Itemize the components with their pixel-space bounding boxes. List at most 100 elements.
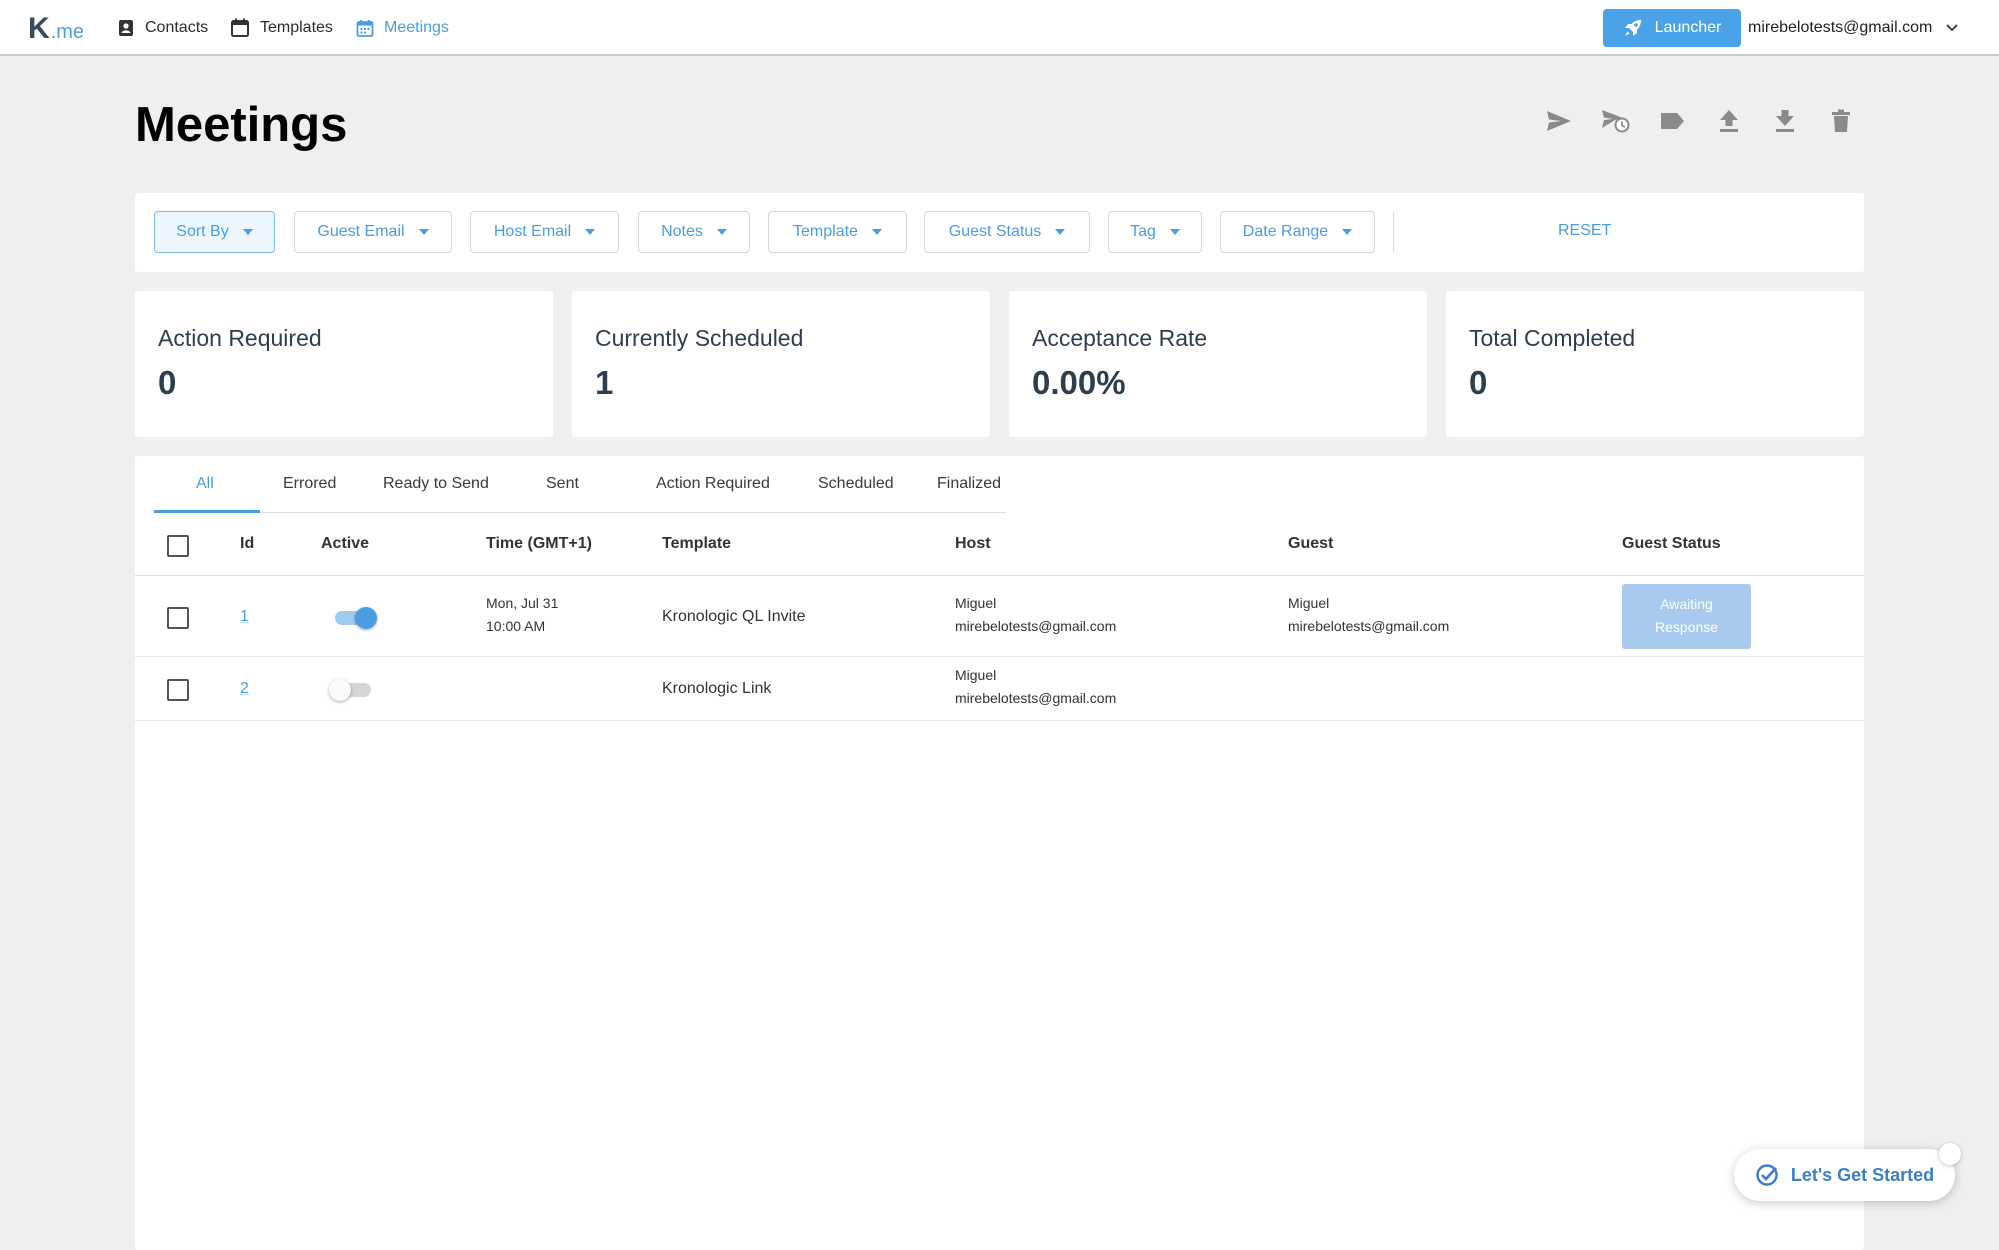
launcher-button[interactable]: Launcher [1603, 9, 1741, 47]
delete-icon[interactable] [1826, 107, 1856, 135]
stat-label: Total Completed [1469, 325, 1636, 351]
nav-meetings-label: Meetings [384, 19, 449, 36]
lets-get-started-button[interactable]: Let's Get Started [1734, 1143, 1961, 1201]
date-range-filter-label: Date Range [1242, 223, 1329, 240]
lets-get-started-label: Let's Get Started [1790, 1164, 1935, 1185]
guest-email-filter-label: Guest Email [317, 223, 405, 240]
nav-templates[interactable]: Templates [230, 17, 333, 39]
status-badge[interactable]: Awaiting Response [1622, 584, 1751, 649]
host-name: Miguel [955, 667, 997, 683]
tag-filter-label: Tag [1130, 223, 1156, 240]
nav-contacts[interactable]: Contacts [117, 17, 208, 39]
tab-action-required[interactable]: Action Required [656, 475, 770, 493]
schedule-send-icon[interactable] [1601, 107, 1631, 135]
status-tabs: All Errored Ready to Send Sent Action Re… [154, 456, 1006, 513]
logo-me: .me [50, 21, 85, 43]
column-header-guest[interactable]: Guest [1288, 535, 1333, 553]
chevron-down-icon [1946, 24, 1958, 32]
top-nav-bar: K .me Contacts Templates Meetings Launch… [0, 0, 1999, 56]
tab-all[interactable]: All [196, 475, 214, 493]
tab-sent[interactable]: Sent [546, 475, 579, 493]
stat-value: 1 [595, 364, 614, 401]
reset-button[interactable]: RESET [1558, 222, 1611, 240]
column-header-time[interactable]: Time (GMT+1) [486, 535, 592, 553]
app-logo[interactable]: K .me [28, 12, 85, 45]
stat-action-required: Action Required 0 [135, 291, 553, 437]
active-toggle[interactable] [333, 604, 379, 632]
host-email-filter[interactable]: Host Email [470, 211, 619, 253]
tag-filter[interactable]: Tag [1108, 211, 1202, 253]
guest-email-filter[interactable]: Guest Email [294, 211, 452, 253]
account-email: mirebelotests@gmail.com [1748, 19, 1933, 36]
filter-divider [1393, 212, 1394, 252]
tab-errored[interactable]: Errored [283, 475, 336, 493]
toggle-thumb [329, 679, 351, 701]
template-filter[interactable]: Template [768, 211, 907, 253]
column-header-guest-status[interactable]: Guest Status [1622, 535, 1721, 553]
caret-down-icon [1055, 229, 1066, 235]
guest-name: Miguel [1288, 595, 1330, 611]
toggle-thumb [355, 607, 377, 629]
meeting-id-link[interactable]: 2 [240, 680, 249, 698]
column-header-template[interactable]: Template [662, 535, 731, 553]
template-name: Kronologic QL Invite [662, 608, 806, 625]
meetings-table-card: All Errored Ready to Send Sent Action Re… [135, 456, 1864, 1250]
caret-down-icon [1169, 229, 1180, 235]
host-email: mirebelotests@gmail.com [955, 690, 1117, 706]
caret-down-icon [1342, 229, 1353, 235]
caret-down-icon [585, 229, 596, 235]
caret-down-icon [716, 229, 727, 235]
nav-meetings[interactable]: Meetings [356, 17, 449, 39]
sort-by-dropdown[interactable]: Sort By [154, 211, 275, 253]
help-close-dot[interactable] [1939, 1143, 1961, 1165]
template-name: Kronologic Link [662, 680, 772, 697]
guest-status-filter[interactable]: Guest Status [924, 211, 1090, 253]
active-tab-indicator [154, 510, 260, 513]
rocket-icon [1623, 18, 1643, 38]
stat-label: Action Required [158, 325, 322, 351]
column-header-host[interactable]: Host [955, 535, 991, 553]
upload-icon[interactable] [1714, 107, 1744, 135]
host-info: Miguel mirebelotests@gmail.com [955, 592, 1116, 638]
nav-contacts-label: Contacts [145, 19, 209, 36]
tag-icon[interactable] [1657, 107, 1687, 135]
sort-by-label: Sort By [176, 223, 229, 240]
notes-filter[interactable]: Notes [638, 211, 750, 253]
page-title: Meetings [135, 98, 348, 152]
status-badge-line: Awaiting [1660, 596, 1713, 612]
calendar-grid-icon [356, 19, 374, 37]
date-range-filter[interactable]: Date Range [1220, 211, 1375, 253]
host-email-filter-label: Host Email [493, 223, 572, 240]
guest-status-filter-label: Guest Status [948, 223, 1042, 240]
tab-ready-to-send[interactable]: Ready to Send [383, 475, 489, 493]
row-checkbox[interactable] [167, 607, 189, 629]
meeting-time: Mon, Jul 31 10:00 AM [486, 592, 558, 638]
meeting-clock: 10:00 AM [486, 618, 546, 634]
logo-k: K [28, 12, 50, 45]
column-header-active[interactable]: Active [321, 535, 369, 553]
launcher-label: Launcher [1654, 19, 1722, 36]
row-divider [135, 720, 1864, 721]
host-info: Miguel mirebelotests@gmail.com [955, 664, 1116, 710]
account-menu[interactable]: mirebelotests@gmail.com [1748, 17, 1958, 39]
active-toggle[interactable] [329, 676, 375, 704]
check-circle-icon [1755, 1163, 1779, 1187]
status-badge-line: Response [1654, 619, 1719, 635]
row-divider [135, 656, 1864, 657]
meeting-id-link[interactable]: 1 [240, 608, 249, 626]
guest-email: mirebelotests@gmail.com [1288, 618, 1450, 634]
row-checkbox[interactable] [167, 679, 189, 701]
tab-finalized[interactable]: Finalized [937, 475, 1001, 493]
host-email: mirebelotests@gmail.com [955, 618, 1117, 634]
tab-scheduled[interactable]: Scheduled [818, 475, 894, 493]
host-name: Miguel [955, 595, 997, 611]
header-divider [135, 575, 1864, 576]
column-header-id[interactable]: Id [240, 535, 254, 553]
caret-down-icon [871, 229, 882, 235]
select-all-checkbox[interactable] [167, 535, 189, 557]
send-icon[interactable] [1544, 107, 1574, 135]
filter-bar: Sort By Guest Email Host Email Notes Tem… [135, 193, 1864, 272]
stat-label: Currently Scheduled [595, 325, 804, 351]
download-icon[interactable] [1770, 107, 1800, 135]
calendar-outline-icon [230, 18, 250, 38]
